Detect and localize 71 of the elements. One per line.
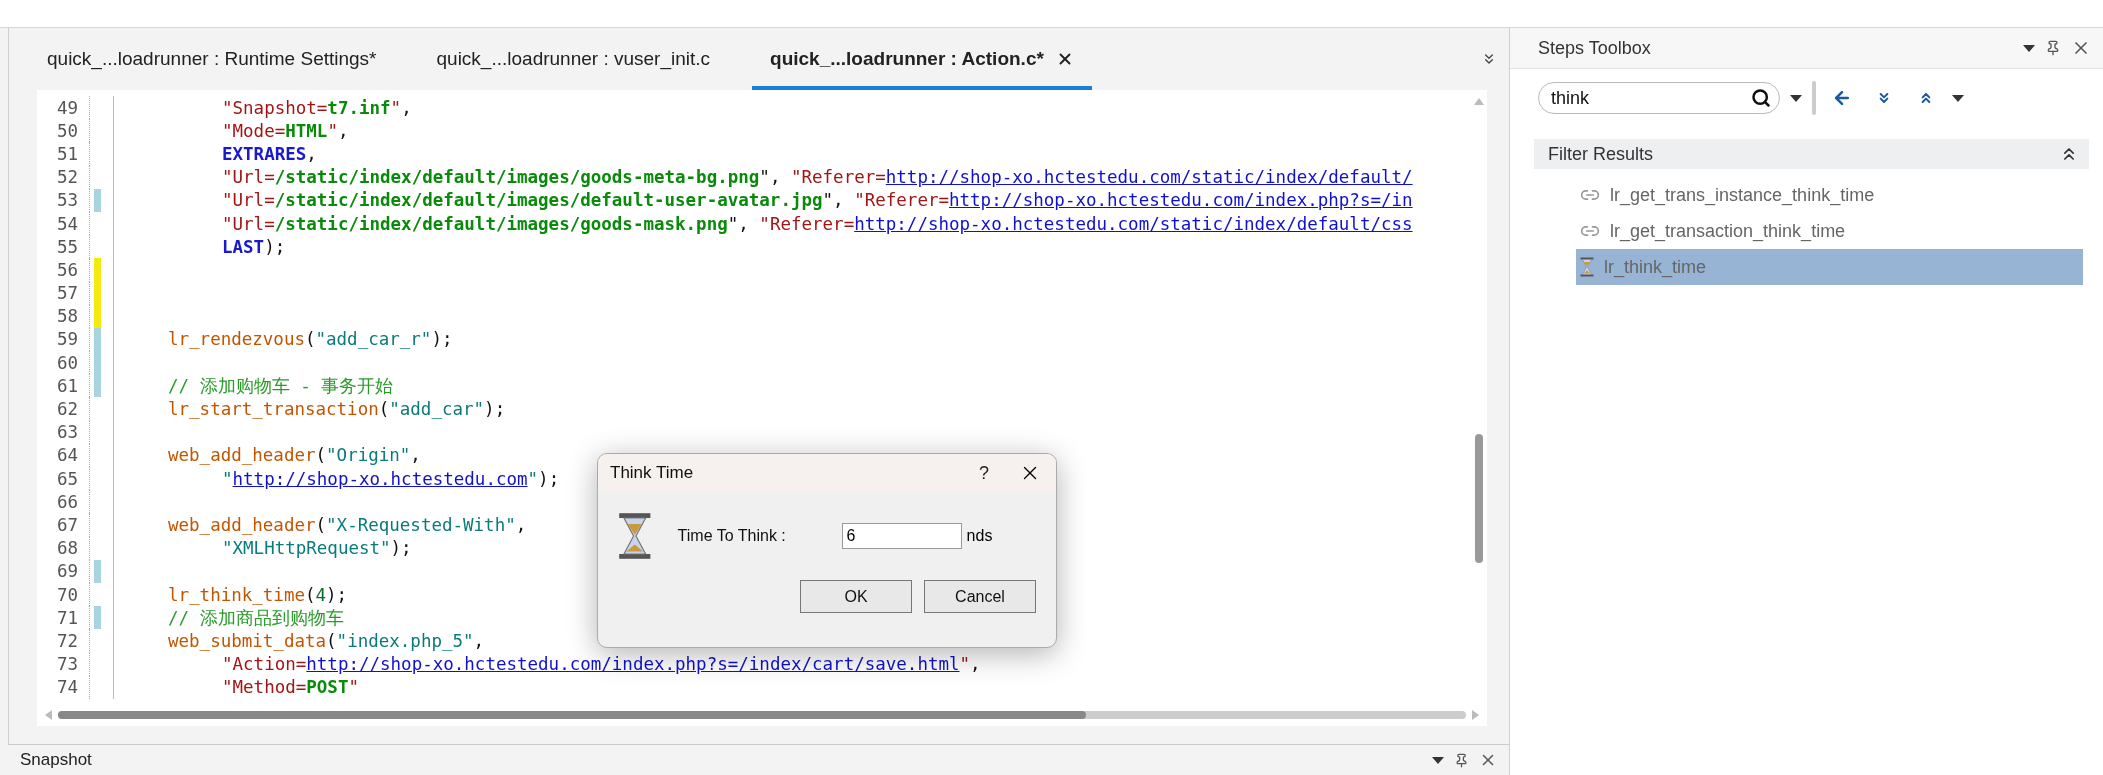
code-line: lr_rendezvous("add_car_r");	[167, 329, 453, 350]
section-header[interactable]: Filter Results	[1534, 139, 2089, 169]
code-line: "Method=POST"	[221, 677, 359, 698]
line-number: 71	[37, 606, 90, 630]
line-number: 61	[37, 374, 90, 398]
line-number: 52	[37, 165, 90, 189]
line-number: 59	[37, 327, 90, 352]
panel-title: Steps Toolbox	[1538, 37, 1651, 59]
code-line: web_submit_data("index.php_5",	[167, 630, 485, 651]
line-number: 65	[37, 467, 90, 491]
code-line: // 添加商品到购物车	[167, 606, 344, 630]
dropdown-icon[interactable]	[1952, 94, 1964, 102]
line-number: 69	[37, 559, 90, 583]
line-number: 54	[37, 211, 90, 236]
line-number: 72	[37, 629, 90, 653]
hourglass-icon	[1580, 257, 1594, 277]
line-number: 50	[37, 119, 90, 143]
line-number: 66	[37, 490, 90, 514]
panel-title: Snapshot	[20, 750, 92, 770]
line-number: 60	[37, 351, 90, 375]
line-number: 64	[37, 443, 90, 467]
editor-tab[interactable]: quick_...loadrunner : vuser_init.c	[418, 28, 729, 90]
line-number: 62	[37, 397, 90, 421]
code-line: "Url=/static/index/default/images/goods-meta-bg.png", "Referer=http://shop-xo.hctestedu.com/static/index/default/	[221, 167, 1413, 188]
line-number: 68	[37, 536, 90, 560]
code-line: lr_think_time(4);	[167, 584, 348, 605]
code-line: "Url=/static/index/default/images/goods-mask.png", "Referer=http://shop-xo.hctestedu.com/static/index/default/css	[221, 213, 1413, 234]
code-line: "XMLHttpRequest");	[221, 538, 412, 559]
code-line: "Snapshot=t7.inf",	[221, 97, 412, 118]
code-line: EXTRARES,	[221, 143, 317, 164]
unit-label: nds	[966, 527, 993, 545]
editor-tab[interactable]: quick_...loadrunner : Runtime Settings*	[29, 28, 395, 90]
scrollbar-thumb[interactable]	[1475, 433, 1483, 563]
line-number: 51	[37, 142, 90, 166]
dropdown-icon[interactable]	[1790, 94, 1802, 102]
step-item[interactable]: lr_get_transaction_think_time	[1576, 213, 2083, 249]
dropdown-icon[interactable]	[2023, 44, 2035, 52]
scrollbar-thumb[interactable]	[58, 711, 1086, 719]
line-number: 49	[37, 96, 90, 120]
line-number: 74	[37, 675, 90, 699]
line-number: 56	[37, 258, 90, 282]
line-number: 67	[37, 513, 90, 537]
step-item[interactable]: lr_get_trans_instance_think_time	[1576, 177, 2083, 213]
line-number: 58	[37, 304, 90, 328]
line-number: 55	[37, 235, 90, 259]
dialog-title: Think Time	[610, 463, 694, 483]
code-line: // 添加购物车 - 事务开始	[167, 374, 394, 398]
code-line: "Url=/static/index/default/images/default-user-avatar.jpg", "Referer=http://shop-xo.hctestedu.com/index.php?s=/in	[221, 190, 1413, 211]
field-label: Time To Think :	[677, 527, 787, 545]
code-line: web_add_header("Origin",	[167, 445, 421, 466]
help-button[interactable]: ?	[964, 461, 1004, 485]
search-icon[interactable]	[1751, 88, 1771, 108]
pin-icon[interactable]	[2045, 40, 2061, 56]
section-title: Filter Results	[1548, 143, 1654, 165]
line-number: 73	[37, 652, 90, 676]
dialog-button[interactable]: Cancel	[924, 580, 1036, 613]
dialog-button[interactable]: OK	[800, 580, 912, 613]
code-line: "Action=http://shop-xo.hctestedu.com/index.php?s=/index/cart/save.html",	[221, 654, 981, 675]
dropdown-icon[interactable]	[1432, 756, 1444, 764]
line-number: 70	[37, 582, 90, 607]
line-number: 63	[37, 420, 90, 444]
line-number: 53	[37, 188, 90, 212]
pin-icon[interactable]	[1454, 752, 1469, 768]
line-number: 57	[37, 281, 90, 305]
hourglass-icon	[618, 512, 652, 560]
code-line: lr_start_transaction("add_car");	[167, 399, 506, 420]
code-line: "Mode=HTML",	[221, 120, 349, 141]
code-line: web_add_header("X-Requested-With",	[167, 514, 527, 535]
code-line: "http://shop-xo.hctestedu.com");	[221, 468, 560, 489]
time-input[interactable]: 6	[841, 523, 962, 549]
code-line: LAST);	[221, 236, 286, 257]
